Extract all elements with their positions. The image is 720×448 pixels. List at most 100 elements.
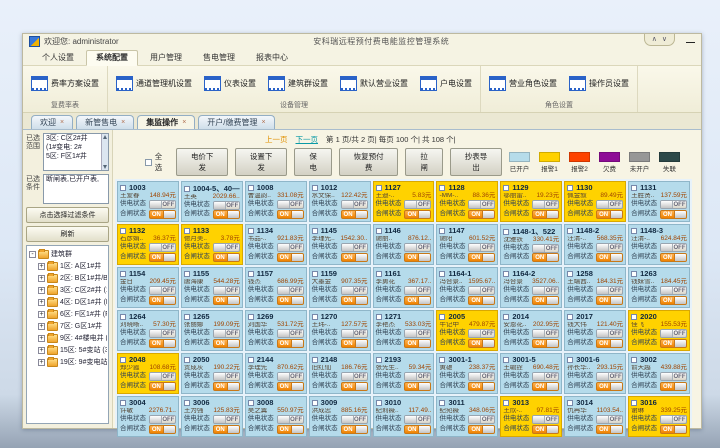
tab-4[interactable]: 开户/缴费管理× [198,115,274,129]
supply-status-toggle[interactable]: OFF [596,286,623,295]
close-status-toggle[interactable]: ON [213,296,240,305]
supply-status-toggle[interactable]: OFF [468,286,495,295]
ribbon-button[interactable]: 默认营业设置 [338,75,410,92]
tree-item[interactable]: +19区: 9#变电站 (2#... [38,356,107,368]
expand-box-icon[interactable]: + [38,335,45,342]
tree-item[interactable]: +3区: C区2#井 (1#变... [38,284,107,296]
supply-status-toggle[interactable]: OFF [468,329,495,338]
close-status-toggle[interactable]: ON [596,425,623,434]
toolbar-button[interactable]: 设置下发 [235,148,287,176]
tree-item[interactable]: +9区: 4#楼电井 (4#楼... [38,332,107,344]
collapse-icon[interactable]: ∧ [652,35,657,43]
supply-status-toggle[interactable]: OFF [532,200,559,209]
card-checkbox[interactable] [248,314,254,320]
supply-status-toggle[interactable]: OFF [596,243,623,252]
building-tree[interactable]: -建筑群+1区: A区1#井+2区: B区1#井/B区1#井+3区: C区2#井… [26,245,109,424]
card-checkbox[interactable] [248,185,254,191]
card-checkbox[interactable] [312,357,318,363]
ribbon-button[interactable]: 通道管理机设置 [114,75,194,92]
tree-item[interactable]: +1区: A区1#井 [38,260,107,272]
close-status-toggle[interactable]: ON [404,253,431,262]
supply-status-toggle[interactable]: OFF [404,243,431,252]
close-status-toggle[interactable]: ON [468,425,495,434]
supply-status-toggle[interactable]: OFF [660,372,687,381]
card-checkbox[interactable] [376,314,382,320]
close-status-toggle[interactable]: ON [404,382,431,391]
card-checkbox[interactable] [376,228,382,234]
close-status-toggle[interactable]: ON [277,296,304,305]
close-status-toggle[interactable]: ON [468,339,495,348]
close-status-toggle[interactable]: ON [596,296,623,305]
close-status-toggle[interactable]: ON [660,382,687,391]
close-status-toggle[interactable]: ON [149,425,176,434]
close-status-toggle[interactable]: ON [341,425,368,434]
expand-box-icon[interactable]: + [38,311,45,318]
close-status-toggle[interactable]: ON [341,296,368,305]
close-icon[interactable]: × [182,119,186,126]
card-checkbox[interactable] [376,357,382,363]
expand-box-icon[interactable]: + [38,263,45,270]
supply-status-toggle[interactable]: OFF [213,243,240,252]
menu-tab-1[interactable]: 个人设置 [33,51,83,65]
card-checkbox[interactable] [248,400,254,406]
supply-status-toggle[interactable]: OFF [277,200,304,209]
toolbar-button[interactable]: 恢复预付费 [339,148,398,176]
close-status-toggle[interactable]: ON [341,253,368,262]
card-checkbox[interactable] [503,357,509,363]
ribbon-button[interactable]: 营业角色设置 [487,75,559,92]
toolbar-button[interactable]: 保电 [294,148,332,176]
supply-status-toggle[interactable]: OFF [468,200,495,209]
card-checkbox[interactable] [439,400,445,406]
close-status-toggle[interactable]: ON [596,382,623,391]
card-checkbox[interactable] [439,314,445,320]
close-status-toggle[interactable]: ON [149,339,176,348]
card-checkbox[interactable] [503,271,509,277]
card-checkbox[interactable] [312,228,318,234]
supply-status-toggle[interactable]: OFF [468,243,495,252]
supply-status-toggle[interactable]: OFF [341,415,368,424]
card-checkbox[interactable] [120,314,126,320]
supply-status-toggle[interactable]: OFF [660,243,687,252]
expand-box-icon[interactable]: + [38,323,45,330]
card-checkbox[interactable] [631,228,637,234]
close-status-toggle[interactable]: ON [660,210,687,219]
next-page-link[interactable]: 下一页 [296,134,319,145]
supply-status-toggle[interactable]: OFF [213,415,240,424]
close-status-toggle[interactable]: ON [660,296,687,305]
supply-status-toggle[interactable]: OFF [341,329,368,338]
supply-status-toggle[interactable]: OFF [596,415,623,424]
card-checkbox[interactable] [184,400,190,406]
supply-status-toggle[interactable]: OFF [277,286,304,295]
expand-box-icon[interactable]: + [38,347,45,354]
selected-condition-listbox[interactable]: 断闸表,已开户表, [43,174,109,204]
card-checkbox[interactable] [248,271,254,277]
close-status-toggle[interactable]: ON [596,253,623,262]
supply-status-toggle[interactable]: OFF [277,243,304,252]
card-checkbox[interactable] [248,357,254,363]
supply-status-toggle[interactable]: OFF [341,286,368,295]
card-checkbox[interactable] [567,228,573,234]
expand-box-icon[interactable]: + [38,287,45,294]
close-status-toggle[interactable]: ON [404,210,431,219]
card-checkbox[interactable] [631,185,637,191]
card-checkbox[interactable] [312,185,318,191]
card-checkbox[interactable] [184,271,190,277]
close-status-toggle[interactable]: ON [277,425,304,434]
menu-tab-3[interactable]: 用户管理 [141,51,191,65]
card-checkbox[interactable] [631,271,637,277]
ribbon-button[interactable]: 户电设置 [418,75,474,92]
close-status-toggle[interactable]: ON [277,339,304,348]
tree-item[interactable]: +15区: 5#变站 (3#变... [38,344,107,356]
toolbar-button[interactable]: 电价下发 [176,148,228,176]
close-icon[interactable]: × [60,119,64,126]
listbox-scrollbar[interactable] [101,134,108,170]
ribbon-button[interactable]: 建筑群设置 [266,75,330,92]
card-checkbox[interactable] [184,186,190,192]
supply-status-toggle[interactable]: OFF [468,372,495,381]
chevron-down-icon[interactable]: ∨ [662,35,667,43]
card-checkbox[interactable] [312,400,318,406]
card-checkbox[interactable] [567,271,573,277]
close-status-toggle[interactable]: ON [404,425,431,434]
ribbon-button[interactable]: 仪表设置 [202,75,258,92]
close-status-toggle[interactable]: ON [660,253,687,262]
